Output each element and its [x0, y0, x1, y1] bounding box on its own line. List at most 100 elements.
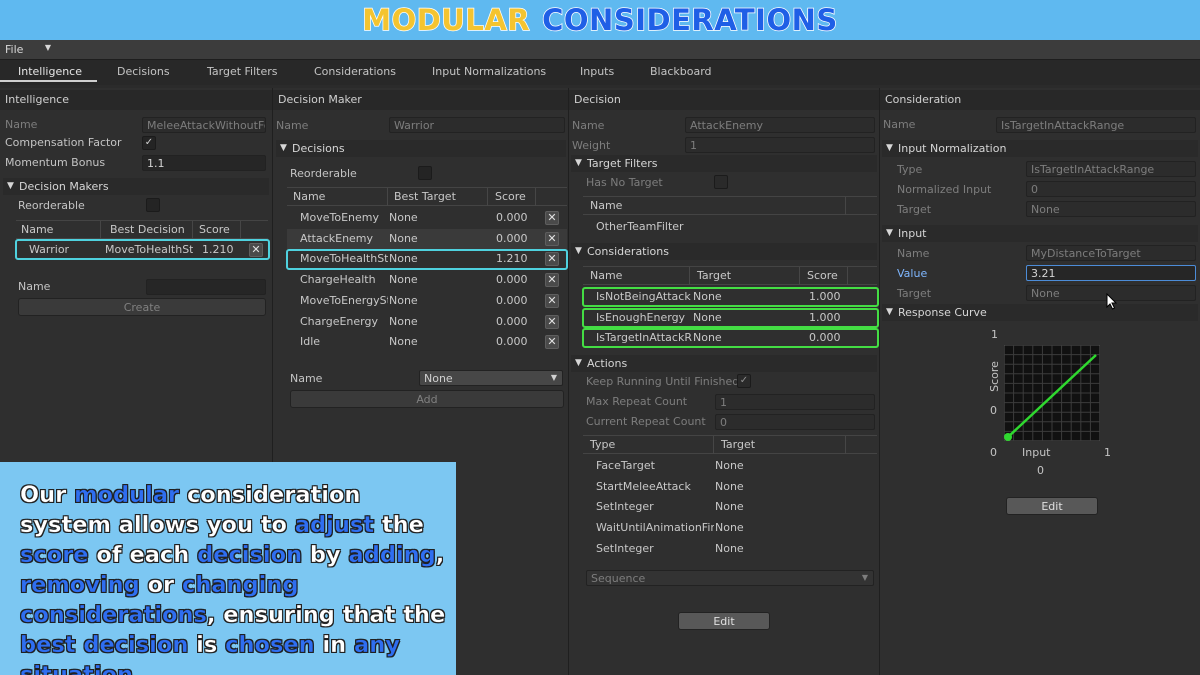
decisions-section[interactable]: ▼ Decisions [276, 140, 566, 157]
table-row[interactable]: SetInteger None [583, 539, 877, 559]
row-target: None [389, 335, 418, 349]
action-type: WaitUntilAnimationFini [596, 521, 714, 535]
remove-icon[interactable]: ✕ [545, 273, 559, 288]
table-row[interactable]: MoveToEnergySt None 0.000 ✕ [287, 291, 567, 311]
row-name: AttackEnemy [300, 231, 374, 245]
remove-icon[interactable]: ✕ [545, 293, 559, 308]
input-name-field[interactable]: MyDistanceToTarget [1026, 245, 1196, 261]
response-curve-section[interactable]: ▼ Response Curve [882, 304, 1198, 321]
caption-highlight: score [20, 542, 89, 568]
row-name: MoveToEnergySt [300, 293, 388, 307]
table-row[interactable]: WaitUntilAnimationFini None [583, 518, 877, 538]
tab-input-normalizations[interactable]: Input Normalizations [432, 65, 546, 78]
table-row[interactable]: ChargeEnergy None 0.000 ✕ [287, 312, 567, 332]
table-row[interactable]: SetInteger None [583, 497, 877, 517]
intelligence-title: Intelligence [0, 90, 272, 110]
remove-icon[interactable]: ✕ [545, 335, 559, 350]
table-row[interactable]: OtherTeamFilter [583, 217, 877, 237]
new-decision-maker-name-field[interactable] [146, 279, 266, 295]
action-target: None [715, 459, 744, 472]
tab-inputs[interactable]: Inputs [580, 65, 614, 78]
consideration-panel: Consideration Name IsTargetInAttackRange… [879, 88, 1200, 675]
current-repeat-field[interactable]: 0 [715, 414, 875, 430]
consideration-highlight [582, 307, 879, 328]
caption-segment: Our [20, 482, 75, 508]
remove-icon[interactable]: ✕ [545, 252, 559, 267]
add-button[interactable]: Add [290, 390, 564, 408]
considerations-section[interactable]: ▼ Considerations [571, 243, 877, 260]
table-row[interactable]: StartMeleeAttack None [583, 477, 877, 497]
name-label: Name [290, 372, 323, 385]
file-menu[interactable]: File ▼ [0, 40, 56, 59]
edit-button[interactable]: Edit [678, 612, 770, 630]
target-filters-section[interactable]: ▼ Target Filters [571, 155, 877, 172]
table-row[interactable]: Idle None 0.000 ✕ [287, 332, 567, 352]
momentum-bonus-field[interactable]: 1.1 [142, 155, 266, 171]
normalized-input-label: Normalized Input [897, 183, 992, 196]
actions-section[interactable]: ▼ Actions [571, 355, 877, 372]
has-no-target-checkbox[interactable] [714, 175, 728, 189]
remove-icon[interactable]: ✕ [545, 231, 559, 246]
tab-intelligence[interactable]: Intelligence [18, 65, 82, 78]
table-row[interactable]: AttackEnemy None 0.000 ✕ [287, 228, 567, 249]
reorderable-checkbox[interactable] [418, 166, 432, 180]
foldout-triangle-icon: ▼ [575, 246, 582, 256]
caption-highlight: chosen [225, 632, 315, 658]
input-section[interactable]: ▼ Input [882, 225, 1198, 242]
name-label: Name [276, 119, 309, 132]
col-score: Score [807, 269, 838, 282]
row-score: 0.000 [496, 211, 528, 224]
name-label: Name [5, 118, 38, 131]
table-row[interactable]: FaceTarget None [583, 456, 877, 476]
target-label: Target [897, 203, 932, 216]
caption-segment: the [374, 512, 424, 538]
col-score: Score [199, 223, 230, 236]
tab-decisions[interactable]: Decisions [117, 65, 170, 78]
value-field[interactable]: 3.21 [1026, 265, 1196, 281]
normalized-input-field[interactable]: 0 [1026, 181, 1196, 197]
sequence-dropdown[interactable]: Sequence ▼ [586, 570, 874, 586]
table-row[interactable]: MoveToEnemy None 0.000 ✕ [287, 208, 567, 228]
actions-label: Actions [587, 357, 628, 370]
consideration-title: Consideration [880, 90, 1200, 110]
decision-name-field[interactable]: AttackEnemy [685, 117, 875, 133]
foldout-triangle-icon: ▼ [886, 143, 893, 153]
actions-header: Type Target [583, 435, 877, 454]
target-field[interactable]: None [1026, 201, 1196, 217]
column-divider [535, 188, 536, 206]
input-target-label: Target [897, 287, 932, 300]
remove-icon[interactable]: ✕ [545, 211, 559, 225]
weight-field[interactable]: 1 [685, 137, 875, 153]
tab-blackboard[interactable]: Blackboard [650, 65, 712, 78]
reorderable-label: Reorderable [18, 199, 85, 212]
compensation-factor-checkbox[interactable]: ✓ [142, 136, 156, 150]
tab-considerations[interactable]: Considerations [314, 65, 396, 78]
max-repeat-field[interactable]: 1 [715, 394, 875, 410]
reorderable-checkbox[interactable] [146, 198, 160, 212]
type-field[interactable]: IsTargetInAttackRange [1026, 161, 1196, 177]
edit-curve-button[interactable]: Edit [1006, 497, 1098, 515]
caption-segment: is [188, 632, 226, 658]
response-curve-graph[interactable] [1004, 345, 1100, 441]
caption-highlight: adding [348, 542, 436, 568]
col-type: Type [590, 438, 616, 451]
momentum-bonus-label: Momentum Bonus [5, 156, 106, 169]
decision-maker-name-field[interactable]: Warrior [389, 117, 565, 133]
caption-segment: or [139, 572, 182, 598]
keep-running-checkbox[interactable]: ✓ [737, 374, 751, 388]
intelligence-name-field[interactable]: MeleeAttackWithoutFo [142, 117, 266, 133]
name-label: Name [572, 119, 605, 132]
remove-icon[interactable]: ✕ [545, 314, 559, 329]
input-normalization-section[interactable]: ▼ Input Normalization [882, 140, 1198, 157]
consideration-name-field[interactable]: IsTargetInAttackRange [996, 117, 1196, 133]
action-type: SetInteger [596, 500, 654, 514]
table-row[interactable]: MoveToHealthSt None 1.210 ✕ [287, 249, 567, 269]
table-row[interactable]: ChargeHealth None 0.000 ✕ [287, 270, 567, 290]
row-name: MoveToHealthSt [300, 252, 388, 266]
row-score: 0.000 [496, 293, 528, 307]
create-button[interactable]: Create [18, 298, 266, 316]
chevron-down-icon: ▼ [550, 373, 557, 382]
decision-dropdown[interactable]: None ▼ [419, 370, 563, 386]
tab-target-filters[interactable]: Target Filters [207, 65, 278, 78]
decision-makers-section[interactable]: ▼ Decision Makers [3, 178, 269, 195]
